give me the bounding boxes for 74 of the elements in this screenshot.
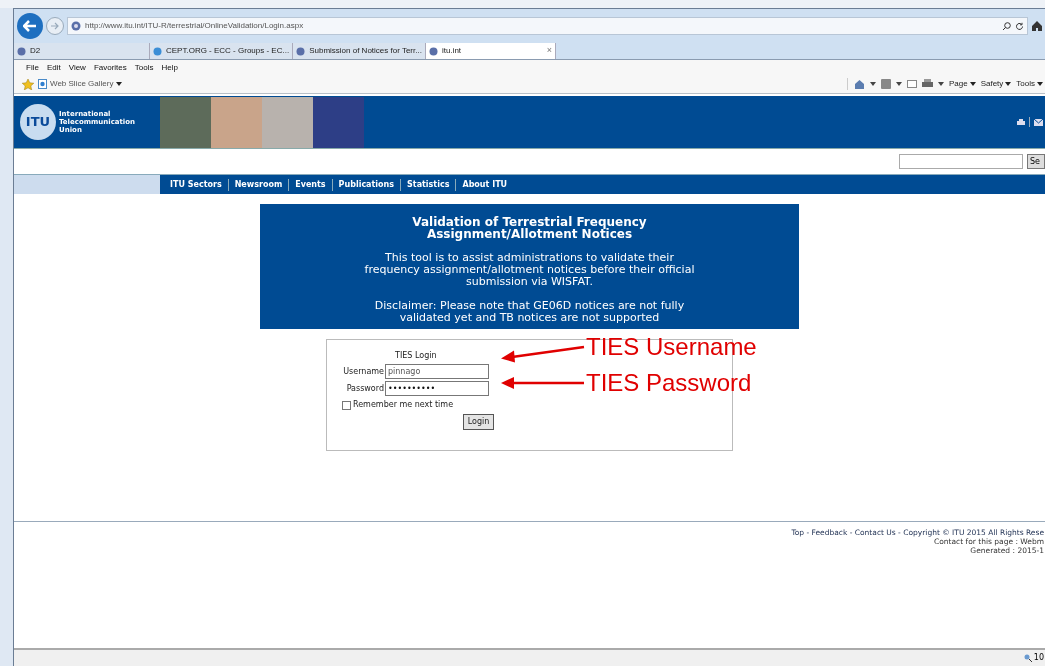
url-text: http://www.itu.int/ITU-R/terrestrial/OnlineValidation/Login.aspx	[85, 20, 304, 32]
page-icon	[17, 46, 26, 56]
tab-label: Submission of Notices for Terr...	[309, 45, 422, 57]
login-title: TIES Login	[395, 350, 437, 362]
address-bar[interactable]: http://www.itu.int/ITU-R/terrestrial/OnlineValidation/Login.aspx	[67, 17, 1028, 35]
caret-icon	[969, 82, 976, 86]
page-icon	[428, 46, 438, 56]
mail-icon[interactable]	[906, 80, 917, 88]
menu-item[interactable]: View	[68, 61, 86, 74]
annotation-label: TIES Username	[586, 334, 757, 360]
menu-item[interactable]: Help	[161, 61, 178, 74]
page-icon	[296, 46, 306, 56]
itu-logo[interactable]: ITU	[20, 104, 56, 140]
menu-item[interactable]: Favorites	[93, 61, 127, 74]
command-menu[interactable]: Safety	[980, 78, 1012, 90]
printer-icon[interactable]	[921, 79, 933, 89]
page-icon	[153, 46, 162, 56]
star-icon[interactable]	[22, 78, 34, 90]
nav-link[interactable]: Events	[289, 178, 332, 191]
zoom-level: 10	[1033, 652, 1044, 664]
tab-label: CEPT.ORG - ECC - Groups - EC...	[166, 45, 290, 57]
arrow-icon	[500, 343, 586, 363]
banner-title: Validation of Terrestrial Frequency Assignment/Allotment Notices	[411, 216, 648, 240]
password-field[interactable]: ••••••••••	[385, 381, 489, 396]
printer-icon[interactable]	[1017, 118, 1025, 126]
command-menu[interactable]: Page	[948, 78, 976, 90]
browser-tab[interactable]: CEPT.ORG - ECC - Groups - EC...	[150, 43, 294, 59]
search-button[interactable]: Se	[1027, 154, 1045, 169]
command-menu[interactable]: Tools	[1016, 78, 1043, 90]
caret-icon[interactable]	[937, 82, 944, 86]
remember-label: Remember me next time	[353, 399, 454, 411]
nav-link[interactable]: About ITU	[456, 178, 514, 191]
search-field[interactable]	[899, 154, 1023, 169]
caret-icon[interactable]	[869, 82, 876, 86]
username-label: Username	[342, 365, 384, 378]
photo-placeholder	[262, 96, 313, 148]
search-icon	[1002, 21, 1011, 31]
browser-tab[interactable]: itu.int ×	[425, 43, 556, 59]
back-button[interactable]	[17, 13, 43, 39]
browser-tab[interactable]: D2	[14, 43, 150, 59]
favorites-bar-item[interactable]: Web Slice Gallery	[38, 78, 123, 90]
annotation-label: TIES Password	[586, 370, 752, 396]
close-tab-button[interactable]: ×	[546, 44, 552, 58]
caret-icon[interactable]	[895, 82, 902, 86]
zoom-icon	[1023, 654, 1032, 662]
login-button[interactable]: Login	[463, 414, 494, 430]
photo-placeholder	[160, 96, 211, 148]
left-arrow-icon	[23, 20, 37, 32]
right-arrow-icon	[50, 22, 60, 30]
mail-icon[interactable]	[1034, 118, 1043, 126]
tab-label: D2	[30, 45, 41, 57]
page-icon	[38, 79, 47, 89]
globe-icon	[71, 21, 81, 31]
nav-link[interactable]: Statistics	[401, 178, 456, 191]
nav-link[interactable]: ITU Sectors	[164, 178, 228, 191]
nav-link[interactable]: Newsroom	[228, 178, 289, 191]
photo-placeholder	[211, 96, 262, 148]
refresh-icon	[1015, 21, 1024, 31]
menu-item[interactable]: Tools	[134, 61, 154, 74]
password-label: Password	[345, 382, 384, 395]
browser-tab[interactable]: Submission of Notices for Terr...	[293, 43, 426, 59]
menu-item[interactable]: Edit	[46, 61, 61, 74]
caret-icon	[1037, 82, 1043, 86]
menu-item[interactable]: File	[26, 61, 39, 74]
home-icon[interactable]	[1031, 20, 1043, 32]
username-field[interactable]: pinnago	[385, 364, 489, 379]
tab-label: itu.int	[441, 45, 462, 57]
nav-link[interactable]: Publications	[332, 178, 401, 191]
photo-placeholder	[313, 96, 364, 148]
banner-description: This tool is to assist administrations to validate their frequency assignment/allotment notices before their official submission via WISFAT.	[363, 252, 696, 288]
remember-checkbox[interactable]	[342, 400, 351, 410]
caret-icon	[1005, 82, 1012, 86]
caret-icon	[116, 82, 123, 86]
disclaimer-text: Disclaimer: Please note that GE06D notices are not fully validated yet and TB notices are not supported	[373, 300, 686, 324]
